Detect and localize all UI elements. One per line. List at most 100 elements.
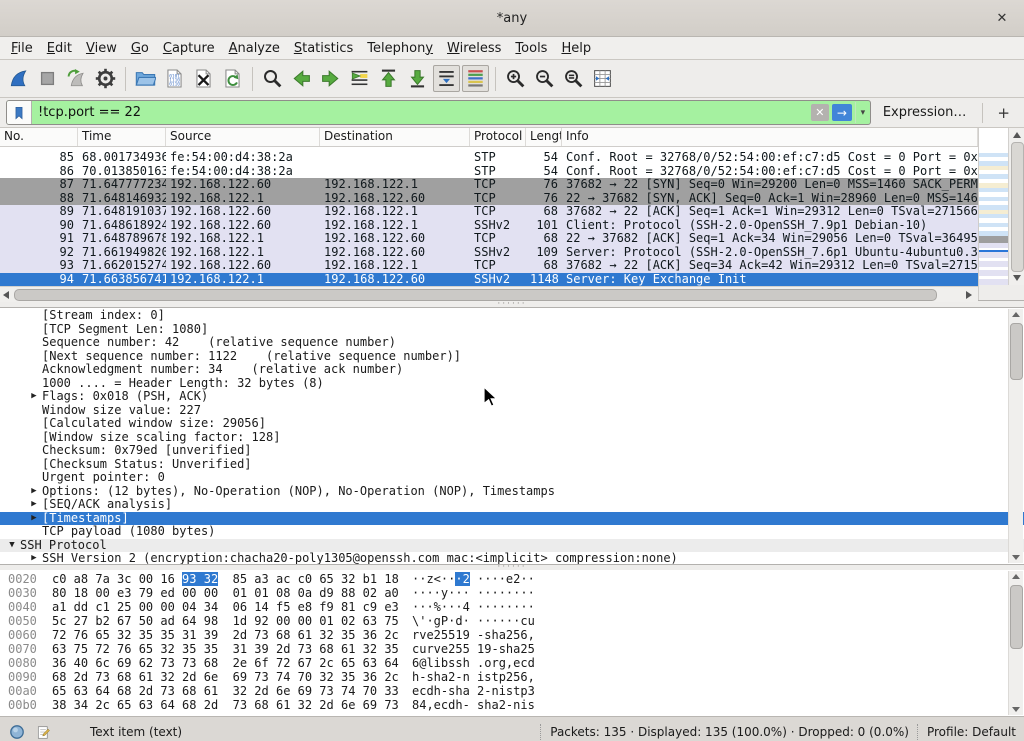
open-capture-file-button[interactable] (132, 65, 159, 92)
expanded-arrow-icon[interactable]: ▼ (4, 539, 20, 553)
reload-capture-file-button[interactable] (219, 65, 246, 92)
detail-row-sequence-number-42-relative-se[interactable]: Sequence number: 42 (relative sequence n… (0, 336, 1024, 350)
filter-clear-button[interactable]: ✕ (811, 104, 829, 121)
collapsed-arrow-icon[interactable]: ▶ (26, 485, 42, 499)
colorize-toggle-button[interactable] (462, 65, 489, 92)
menu-telephony[interactable]: Telephony (360, 40, 440, 57)
column-header-info[interactable]: Info (562, 128, 978, 146)
detail-row-tcp-payload-1080-bytes[interactable]: TCP payload (1080 bytes) (0, 525, 1024, 539)
column-header-protocol[interactable]: Protocol (470, 128, 526, 146)
capture-comment-button[interactable] (34, 723, 52, 741)
column-header-source[interactable]: Source (166, 128, 320, 146)
detail-row-window-size-scaling-factor-128[interactable]: [Window size scaling factor: 128] (0, 431, 1024, 445)
detail-row-checksum-status-unverified[interactable]: [Checksum Status: Unverified] (0, 458, 1024, 472)
detail-row-options-12-bytes-no-operation-[interactable]: ▶Options: (12 bytes), No-Operation (NOP)… (0, 485, 1024, 499)
resize-columns-button[interactable] (589, 65, 616, 92)
close-capture-file-button[interactable] (190, 65, 217, 92)
scroll-left-arrow[interactable] (3, 291, 9, 299)
detail-row-tcp-segment-len-1080[interactable]: [TCP Segment Len: 1080] (0, 323, 1024, 337)
packet-list-hscrollbar[interactable] (0, 286, 978, 302)
collapsed-arrow-icon[interactable]: ▶ (26, 512, 42, 526)
column-header-time[interactable]: Time (78, 128, 166, 146)
detail-row-seq-ack-analysis[interactable]: ▶[SEQ/ACK analysis] (0, 498, 1024, 512)
details-vscroll-thumb[interactable] (1010, 323, 1023, 380)
detail-row-calculated-window-size-29056[interactable]: [Calculated window size: 29056] (0, 417, 1024, 431)
collapsed-arrow-icon[interactable]: ▶ (26, 552, 42, 565)
go-first-packet-button[interactable] (375, 65, 402, 92)
go-back-button[interactable] (288, 65, 315, 92)
collapsed-arrow-icon[interactable]: ▶ (26, 390, 42, 404)
menu-tools[interactable]: Tools (508, 40, 554, 57)
hscroll-thumb[interactable] (14, 289, 937, 301)
expert-info-button[interactable] (8, 723, 26, 741)
hex-row-0070[interactable]: 007063 75 72 76 65 32 35 35 31 39 2d 73 … (0, 642, 1024, 656)
details-vscrollbar[interactable] (1008, 309, 1023, 563)
menu-statistics[interactable]: Statistics (287, 40, 360, 57)
scroll-up-arrow[interactable] (1012, 574, 1020, 579)
hex-row-00b0[interactable]: 00b038 34 2c 65 63 64 68 2d 73 68 61 32 … (0, 698, 1024, 712)
menu-file[interactable]: File (4, 40, 40, 57)
detail-row-flags-0x018-psh-ack[interactable]: ▶Flags: 0x018 (PSH, ACK) (0, 390, 1024, 404)
profile-button[interactable]: Profile: Default (927, 725, 1016, 739)
capture-options-button[interactable] (92, 65, 119, 92)
packet-list-vscrollbar[interactable] (1008, 128, 1024, 285)
filter-bookmark-button[interactable] (7, 101, 32, 124)
packet-row-93[interactable]: 9371.662015274192.168.122.60192.168.122.… (0, 259, 978, 273)
go-last-packet-button[interactable] (404, 65, 431, 92)
menu-analyze[interactable]: Analyze (222, 40, 287, 57)
intelligent-scrollbar-minimap[interactable] (978, 128, 1008, 285)
filter-apply-button[interactable]: → (832, 104, 852, 121)
restart-capture-button[interactable] (63, 65, 90, 92)
detail-row-next-sequence-number-1122-rela[interactable]: [Next sequence number: 1122 (relative se… (0, 350, 1024, 364)
column-header-no[interactable]: No. (0, 128, 78, 146)
hex-row-0060[interactable]: 006072 76 65 32 35 35 31 39 2d 73 68 61 … (0, 628, 1024, 642)
packet-row-88[interactable]: 8871.648146932192.168.122.1192.168.122.6… (0, 192, 978, 206)
menu-view[interactable]: View (79, 40, 124, 57)
add-filter-button[interactable]: + (989, 104, 1018, 122)
detail-row-ssh-version-2-encryption-chach[interactable]: ▶SSH Version 2 (encryption:chacha20-poly… (0, 552, 1024, 565)
start-capture-button[interactable] (5, 65, 32, 92)
zoom-in-button[interactable] (502, 65, 529, 92)
hex-row-00a0[interactable]: 00a065 63 64 68 2d 73 68 61 32 2d 6e 69 … (0, 684, 1024, 698)
scroll-down-arrow[interactable] (1012, 555, 1020, 560)
go-to-packet-button[interactable] (346, 65, 373, 92)
scroll-up-arrow[interactable] (1013, 132, 1021, 138)
menu-capture[interactable]: Capture (156, 40, 222, 57)
hex-row-0090[interactable]: 009068 2d 73 68 61 32 2d 6e 69 73 74 70 … (0, 670, 1024, 684)
detail-row-window-size-value-227[interactable]: Window size value: 227 (0, 404, 1024, 418)
column-header-destination[interactable]: Destination (320, 128, 470, 146)
packet-row-89[interactable]: 8971.648191037192.168.122.60192.168.122.… (0, 205, 978, 219)
collapsed-arrow-icon[interactable]: ▶ (26, 498, 42, 512)
bytes-vscrollbar[interactable] (1008, 571, 1023, 715)
menu-help[interactable]: Help (554, 40, 598, 57)
packet-row-90[interactable]: 9071.648618924192.168.122.60192.168.122.… (0, 219, 978, 233)
packet-row-86[interactable]: 8670.013850163fe:54:00:d4:38:2aSTP54Conf… (0, 165, 978, 179)
detail-row-checksum-0x79ed-unverified[interactable]: Checksum: 0x79ed [unverified] (0, 444, 1024, 458)
stop-capture-button[interactable] (34, 65, 61, 92)
find-packet-button[interactable] (259, 65, 286, 92)
expression-button[interactable]: Expression… (883, 105, 967, 120)
detail-row-stream-index-0[interactable]: [Stream index: 0] (0, 309, 1024, 323)
detail-row-1000-header-length-32-bytes-8[interactable]: 1000 .... = Header Length: 32 bytes (8) (0, 377, 1024, 391)
packet-row-85[interactable]: 8568.001734936fe:54:00:d4:38:2aSTP54Conf… (0, 151, 978, 165)
column-header-length[interactable]: Length (526, 128, 562, 146)
hex-row-0020[interactable]: 0020c0 a8 7a 3c 00 16 93 32 85 a3 ac c0 … (0, 572, 1024, 586)
detail-row-acknowledgment-number-34-relat[interactable]: Acknowledgment number: 34 (relative ack … (0, 363, 1024, 377)
packet-row-87[interactable]: 8771.647777234192.168.122.60192.168.122.… (0, 178, 978, 192)
packet-row-94[interactable]: 9471.663856741192.168.122.1192.168.122.6… (0, 273, 978, 287)
go-forward-button[interactable] (317, 65, 344, 92)
detail-row-ssh-protocol[interactable]: ▼SSH Protocol (0, 539, 1024, 553)
menu-go[interactable]: Go (124, 40, 156, 57)
scroll-up-arrow[interactable] (1012, 312, 1020, 317)
auto-scroll-toggle-button[interactable] (433, 65, 460, 92)
hex-row-0030[interactable]: 003080 18 00 e3 79 ed 00 00 01 01 08 0a … (0, 586, 1024, 600)
detail-row-urgent-pointer-0[interactable]: Urgent pointer: 0 (0, 471, 1024, 485)
scroll-right-arrow[interactable] (966, 291, 972, 299)
close-window-button[interactable]: ✕ (992, 8, 1012, 28)
packet-row-91[interactable]: 9171.648789678192.168.122.1192.168.122.6… (0, 232, 978, 246)
scroll-down-arrow[interactable] (1012, 707, 1020, 712)
save-capture-file-button[interactable]: 010111100110 (161, 65, 188, 92)
zoom-out-button[interactable] (531, 65, 558, 92)
zoom-reset-button[interactable] (560, 65, 587, 92)
packet-row-92[interactable]: 9271.661949820192.168.122.1192.168.122.6… (0, 246, 978, 260)
